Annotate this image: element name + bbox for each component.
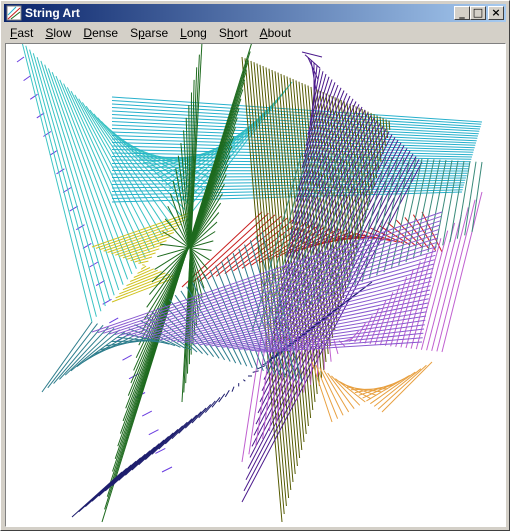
string-line	[140, 265, 147, 270]
menu-slow[interactable]: Slow	[39, 26, 77, 40]
string-line	[436, 199, 476, 352]
menu-about[interactable]: About	[254, 26, 297, 40]
string-line	[142, 264, 145, 266]
string-figure-2	[111, 96, 483, 203]
window-title: String Art	[25, 6, 80, 20]
string-line	[141, 410, 153, 417]
string-figure-10	[311, 361, 433, 423]
string-art-drawing	[16, 44, 483, 523]
string-line	[131, 439, 165, 471]
string-line	[198, 404, 212, 419]
string-line	[304, 54, 321, 69]
string-line	[103, 223, 182, 252]
string-line	[224, 389, 230, 398]
string-line	[181, 211, 263, 288]
string-line	[231, 386, 235, 392]
string-line	[29, 49, 102, 312]
string-line	[301, 51, 323, 58]
string-line	[370, 371, 416, 405]
string-line	[91, 211, 193, 248]
string-line	[431, 207, 469, 352]
string-line	[171, 418, 193, 440]
string-line	[104, 453, 146, 492]
string-line	[164, 421, 188, 445]
string-line	[144, 432, 174, 460]
menu-bar: Fast Slow Dense Sparse Long Short About	[4, 23, 506, 42]
main-window: String Art _ □ × Fast Slow Dense Sparse …	[0, 0, 510, 531]
string-figure-3	[91, 211, 193, 303]
string-line	[23, 75, 31, 82]
menu-sparse[interactable]: Sparse	[124, 26, 174, 40]
string-line	[71, 471, 123, 518]
string-line	[315, 364, 339, 419]
string-line	[111, 170, 469, 172]
string-line	[319, 367, 344, 416]
menu-long[interactable]: Long	[174, 26, 213, 40]
string-line	[137, 267, 151, 274]
string-line	[16, 56, 25, 63]
string-line	[158, 425, 184, 450]
string-line	[148, 429, 159, 436]
string-line	[95, 280, 105, 287]
string-line	[130, 269, 158, 282]
maximize-icon: □	[472, 6, 484, 19]
menu-dense[interactable]: Dense	[77, 26, 124, 40]
string-line	[47, 323, 98, 389]
string-art-canvas[interactable]	[5, 43, 506, 527]
menu-fast[interactable]: Fast	[4, 26, 39, 40]
string-line	[178, 414, 198, 434]
menu-short[interactable]: Short	[213, 26, 254, 40]
string-line	[59, 326, 109, 380]
string-art-app-icon	[6, 5, 22, 21]
string-line	[82, 242, 92, 249]
maximize-button[interactable]: □	[470, 6, 486, 20]
minimize-button[interactable]: _	[454, 6, 470, 20]
string-line	[40, 60, 115, 296]
string-line	[362, 378, 405, 399]
string-line	[109, 317, 119, 324]
string-line	[184, 411, 202, 429]
string-line	[191, 407, 207, 424]
string-line	[25, 45, 97, 317]
string-line	[55, 75, 133, 275]
minimize-icon: _	[459, 6, 465, 19]
string-line	[151, 428, 179, 455]
string-line	[36, 56, 111, 301]
string-line	[134, 256, 153, 263]
string-line	[366, 374, 411, 402]
string-line	[204, 400, 216, 413]
title-bar[interactable]: String Art _ □ ×	[4, 4, 506, 22]
string-line	[242, 379, 246, 382]
string-figure-9	[241, 191, 483, 463]
string-line	[211, 396, 221, 408]
close-button[interactable]: ×	[488, 6, 504, 20]
string-line	[126, 248, 160, 260]
string-line	[323, 370, 350, 413]
string-line	[78, 468, 128, 513]
close-icon: ×	[491, 6, 501, 19]
string-line	[161, 466, 173, 473]
string-line	[64, 327, 115, 376]
string-line	[131, 241, 438, 338]
string-line	[122, 354, 132, 361]
string-line	[138, 436, 170, 466]
string-line	[70, 329, 120, 372]
string-line	[124, 443, 160, 476]
